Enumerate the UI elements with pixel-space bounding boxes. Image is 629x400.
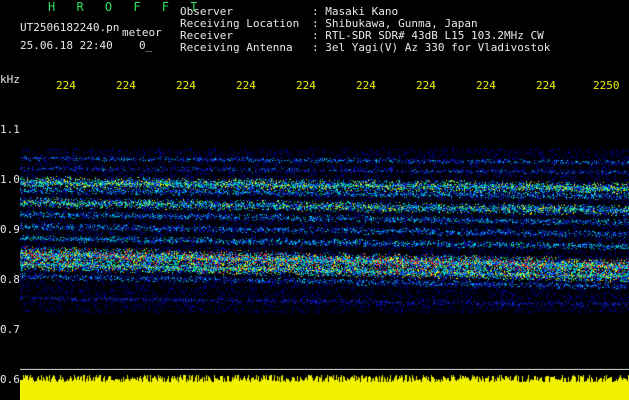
x-tick: 224: [236, 79, 256, 92]
x-tick: 224: [116, 79, 136, 92]
x-tick: 224: [356, 79, 376, 92]
y-axis-unit: kHz: [0, 73, 20, 86]
spectrogram: [20, 98, 629, 370]
datetime-label: 25.06.18 22:40: [20, 39, 113, 52]
x-tick: 224: [536, 79, 556, 92]
filename-label: UT2506182240.pn: [20, 21, 120, 34]
x-tick: 224: [416, 79, 436, 92]
x-tick: 224: [476, 79, 496, 92]
y-tick: 0.9: [0, 223, 20, 236]
signal-level-bar: [20, 370, 629, 400]
y-tick: 0.7: [0, 323, 20, 336]
y-tick: 1.1: [0, 123, 20, 136]
y-tick: 0.6: [0, 373, 20, 386]
y-tick: 1.0: [0, 173, 20, 186]
x-tick: 224: [56, 79, 76, 92]
x-tick: 2250: [593, 79, 620, 92]
count-label: 0_: [139, 39, 153, 52]
antenna-value: : 3el Yagi(V) Az 330 for Vladivostok: [312, 41, 551, 54]
x-tick: 224: [296, 79, 316, 92]
y-tick: 0.8: [0, 273, 20, 286]
antenna-label: Receiving Antenna: [180, 41, 293, 54]
mode-label: meteor: [122, 26, 162, 39]
x-tick: 224: [176, 79, 196, 92]
